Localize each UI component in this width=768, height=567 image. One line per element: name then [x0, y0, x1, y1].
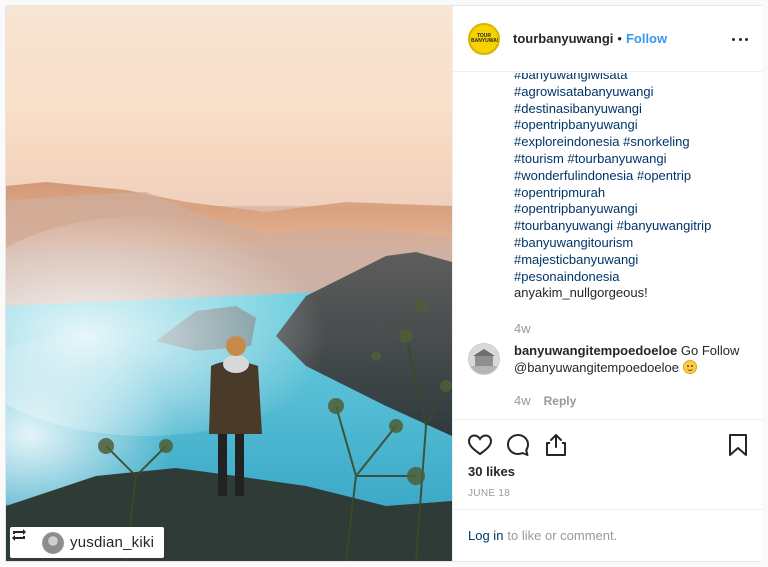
comments-section[interactable]: #banyuwangiwisata #agrowisatabanyuwangi … — [453, 73, 763, 420]
login-prompt: Log in to like or comment. — [453, 509, 763, 561]
login-prompt-text: to like or comment. — [507, 528, 618, 543]
post-side-panel: TOUR BANYUWANGI tourbanyuwangi • Follow … — [452, 6, 763, 561]
commenter-username[interactable]: banyuwangitempoedoeloe — [514, 343, 677, 358]
hashtag[interactable]: #tourism #tourbanyuwangi — [514, 151, 754, 168]
photo-scene — [6, 6, 452, 561]
hashtag[interactable]: #banyuwangiwisata — [514, 73, 754, 84]
repost-user-avatar[interactable] — [42, 531, 64, 554]
hashtag[interactable]: #exploreindonesia #snorkeling — [514, 134, 754, 151]
hashtag[interactable]: #opentripmurah — [514, 185, 754, 202]
hashtag[interactable]: #destinasibanyuwangi — [514, 101, 754, 118]
header-separator: • — [617, 31, 622, 46]
hashtag[interactable]: #pesonaindonesia — [514, 269, 754, 286]
author-avatar[interactable]: TOUR BANYUWANGI — [468, 22, 500, 55]
avatar-logo-text: TOUR BANYUWANGI — [471, 32, 498, 44]
hashtag[interactable]: #tourbanyuwangi #banyuwangitrip — [514, 218, 754, 235]
share-icon[interactable] — [543, 432, 569, 458]
post-card: yusdian_kiki TOUR BANYUWANGI tourbanyuwa… — [5, 5, 763, 562]
hashtag[interactable]: #opentripbanyuwangi — [514, 201, 754, 218]
caption-credit: anyakim_nullgorgeous! — [514, 285, 648, 301]
caption-timestamp: 4w — [514, 321, 531, 336]
smiling-face-emoji-icon — [682, 359, 697, 374]
commenter-avatar[interactable] — [468, 343, 500, 375]
post-caption: #banyuwangiwisata #agrowisatabanyuwangi … — [514, 73, 754, 302]
post-photo[interactable]: yusdian_kiki — [6, 6, 452, 561]
follow-button[interactable]: Follow — [626, 31, 667, 46]
hashtag[interactable]: #agrowisatabanyuwangi — [514, 84, 754, 101]
like-count[interactable]: 30 likes — [468, 464, 515, 479]
comment-icon[interactable] — [505, 432, 531, 458]
author-username[interactable]: tourbanyuwangi — [513, 31, 613, 46]
reply-button[interactable]: Reply — [544, 394, 577, 408]
bookmark-icon[interactable] — [725, 432, 751, 458]
action-bar — [467, 432, 751, 458]
comment-text: banyuwangitempoedoeloe Go Follow @banyuw… — [514, 343, 754, 377]
repost-username[interactable]: yusdian_kiki — [70, 534, 154, 551]
post-header: TOUR BANYUWANGI tourbanyuwangi • Follow — [453, 6, 762, 72]
post-date: JUNE 18 — [468, 488, 511, 499]
hashtag[interactable]: #majesticbanyuwangi — [514, 252, 754, 269]
heart-icon[interactable] — [467, 432, 493, 458]
comment-timestamp: 4w — [514, 393, 531, 408]
hashtag[interactable]: #opentripbanyuwangi — [514, 117, 754, 134]
repost-icon — [12, 529, 36, 553]
hashtag[interactable]: #wonderfulindonesia #opentrip — [514, 168, 754, 185]
comment-meta: 4w Reply — [514, 393, 576, 408]
hashtag[interactable]: #banyuwangitourism — [514, 235, 754, 252]
repost-attribution[interactable]: yusdian_kiki — [10, 527, 165, 558]
more-options-icon[interactable] — [732, 33, 748, 45]
login-link[interactable]: Log in — [468, 528, 503, 543]
